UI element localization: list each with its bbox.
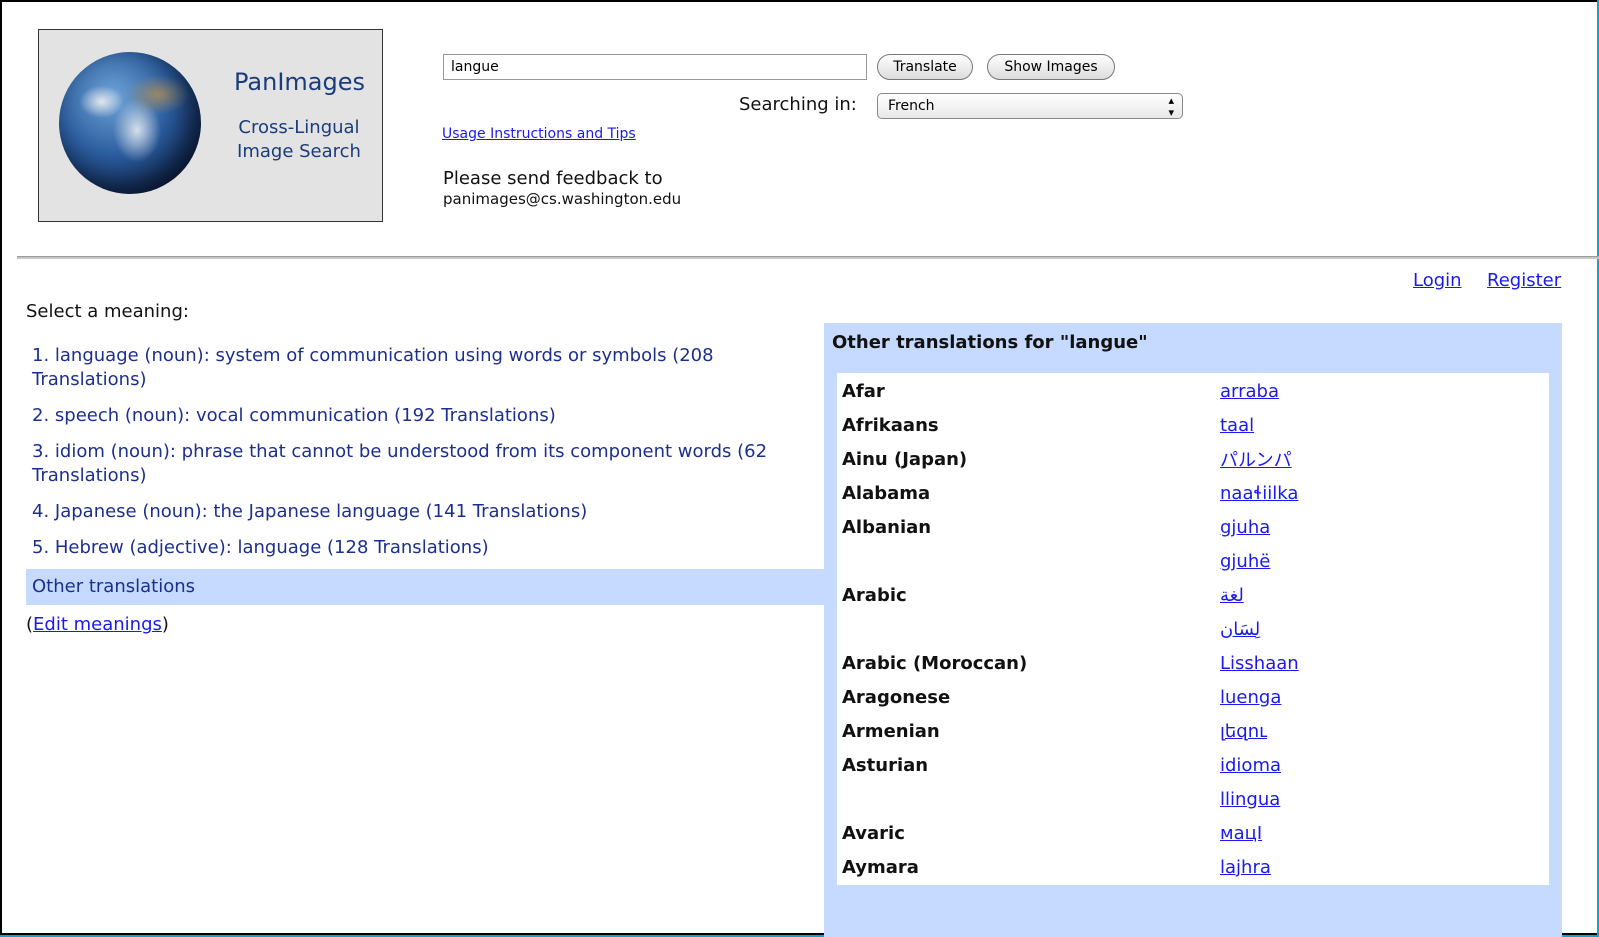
- table-row: Aymara lajhra: [839, 851, 1547, 883]
- feedback-text: Please send feedback to: [443, 168, 663, 189]
- table-row: Arabic لغة: [839, 579, 1547, 611]
- table-row: Avaric мацӀ: [839, 817, 1547, 849]
- translation-link[interactable]: gjuhë: [1220, 551, 1270, 572]
- translation-link[interactable]: naaɬiilka: [1220, 483, 1298, 504]
- select-arrows-icon: ▴ ▾: [1168, 94, 1174, 119]
- translation-link[interactable]: llingua: [1220, 789, 1280, 810]
- translation-cell: llingua: [1217, 783, 1547, 815]
- translation-link[interactable]: Lisshaan: [1220, 653, 1299, 674]
- meaning-item-japanese[interactable]: 4. Japanese (noun): the Japanese languag…: [26, 497, 826, 527]
- translation-cell: naaɬiilka: [1217, 477, 1547, 509]
- table-row: لِسَان: [839, 613, 1547, 645]
- table-row: Albanian gjuha: [839, 511, 1547, 543]
- language-name: Asturian: [839, 749, 1215, 781]
- language-name: Aymara: [839, 851, 1215, 883]
- translation-cell: gjuhë: [1217, 545, 1547, 577]
- translations-table: Afar arraba Afrikaans taal Ainu (Japan) パルンパ A…: [837, 373, 1549, 885]
- translation-cell: luenga: [1217, 681, 1547, 713]
- edit-meanings: (Edit meanings): [26, 614, 169, 635]
- translation-cell: gjuha: [1217, 511, 1547, 543]
- meaning-item-speech[interactable]: 2. speech (noun): vocal communication (1…: [26, 401, 826, 431]
- page: PanImages Cross-Lingual Image Search Tra…: [0, 0, 1599, 937]
- table-row: Alabama naaɬiilka: [839, 477, 1547, 509]
- language-name: Aragonese: [839, 681, 1215, 713]
- translation-cell: arraba: [1217, 375, 1547, 407]
- edit-paren-close: ): [161, 614, 169, 635]
- translation-cell: لغة: [1217, 579, 1547, 611]
- language-name: Arabic (Moroccan): [839, 647, 1215, 679]
- language-select-value: French: [888, 98, 935, 114]
- table-row: Afrikaans taal: [839, 409, 1547, 441]
- translation-link[interactable]: мацӀ: [1220, 823, 1262, 844]
- table-row: Aragonese luenga: [839, 681, 1547, 713]
- translation-link[interactable]: lajhra: [1220, 857, 1271, 878]
- translation-cell: lajhra: [1217, 851, 1547, 883]
- table-row: Afar arraba: [839, 375, 1547, 407]
- show-images-button[interactable]: Show Images: [987, 54, 1115, 80]
- translation-cell: لِسَان: [1217, 613, 1547, 645]
- language-name: Afrikaans: [839, 409, 1215, 441]
- language-name: [839, 783, 1215, 815]
- translation-link[interactable]: luenga: [1220, 687, 1281, 708]
- logo-subtitle: Cross-Lingual Image Search: [237, 117, 361, 162]
- table-row: gjuhë: [839, 545, 1547, 577]
- translation-cell: Lisshaan: [1217, 647, 1547, 679]
- select-meaning-label: Select a meaning:: [26, 301, 189, 322]
- register-link[interactable]: Register: [1487, 270, 1561, 291]
- language-name: Ainu (Japan): [839, 443, 1215, 475]
- header-divider: [17, 256, 1599, 259]
- translation-link[interactable]: لِسَان: [1220, 619, 1260, 640]
- earth-globe-icon: [59, 52, 201, 194]
- table-row: Ainu (Japan) パルンパ: [839, 443, 1547, 475]
- translation-cell: լեզու: [1217, 715, 1547, 747]
- translation-cell: idioma: [1217, 749, 1547, 781]
- meaning-item-hebrew[interactable]: 5. Hebrew (adjective): language (128 Tra…: [26, 533, 826, 563]
- edit-paren-open: (: [26, 614, 34, 635]
- language-name: Albanian: [839, 511, 1215, 543]
- usage-instructions-link[interactable]: Usage Instructions and Tips: [442, 126, 636, 142]
- table-row: Armenian լեզու: [839, 715, 1547, 747]
- language-select[interactable]: French ▴ ▾: [877, 93, 1183, 119]
- searching-in-label: Searching in:: [739, 94, 857, 115]
- meaning-item-language[interactable]: 1. language (noun): system of communicat…: [26, 341, 826, 395]
- translation-cell: taal: [1217, 409, 1547, 441]
- other-translations-panel: Other translations for "langue" Afar arra…: [824, 323, 1562, 937]
- translation-cell: パルンパ: [1217, 443, 1547, 475]
- language-name: [839, 545, 1215, 577]
- translation-link[interactable]: idioma: [1220, 755, 1281, 776]
- language-name: Armenian: [839, 715, 1215, 747]
- panimages-logo[interactable]: PanImages Cross-Lingual Image Search: [38, 29, 383, 222]
- translation-link[interactable]: լեզու: [1220, 721, 1267, 742]
- language-name: [839, 613, 1215, 645]
- table-row: Arabic (Moroccan) Lisshaan: [839, 647, 1547, 679]
- language-name: Afar: [839, 375, 1215, 407]
- table-row: Asturian idioma: [839, 749, 1547, 781]
- meaning-item-other-translations[interactable]: Other translations: [26, 569, 826, 605]
- language-name: Arabic: [839, 579, 1215, 611]
- translation-link[interactable]: لغة: [1220, 585, 1244, 606]
- language-name: Alabama: [839, 477, 1215, 509]
- translation-cell: мацӀ: [1217, 817, 1547, 849]
- logo-title: PanImages: [234, 68, 365, 96]
- translation-link[interactable]: taal: [1220, 415, 1254, 436]
- search-input[interactable]: [443, 54, 867, 80]
- translation-link[interactable]: gjuha: [1220, 517, 1270, 538]
- feedback-email: panimages@cs.washington.edu: [443, 190, 682, 208]
- translate-button[interactable]: Translate: [877, 54, 973, 80]
- meanings-list: 1. language (noun): system of communicat…: [26, 341, 826, 611]
- table-row: llingua: [839, 783, 1547, 815]
- panel-title: Other translations for "langue": [832, 332, 1148, 353]
- translation-link[interactable]: arraba: [1220, 381, 1279, 402]
- language-name: Avaric: [839, 817, 1215, 849]
- translation-link[interactable]: パルンパ: [1220, 450, 1292, 471]
- edit-meanings-link[interactable]: Edit meanings: [33, 614, 162, 635]
- login-link[interactable]: Login: [1413, 270, 1462, 291]
- meaning-item-idiom[interactable]: 3. idiom (noun): phrase that cannot be u…: [26, 437, 826, 491]
